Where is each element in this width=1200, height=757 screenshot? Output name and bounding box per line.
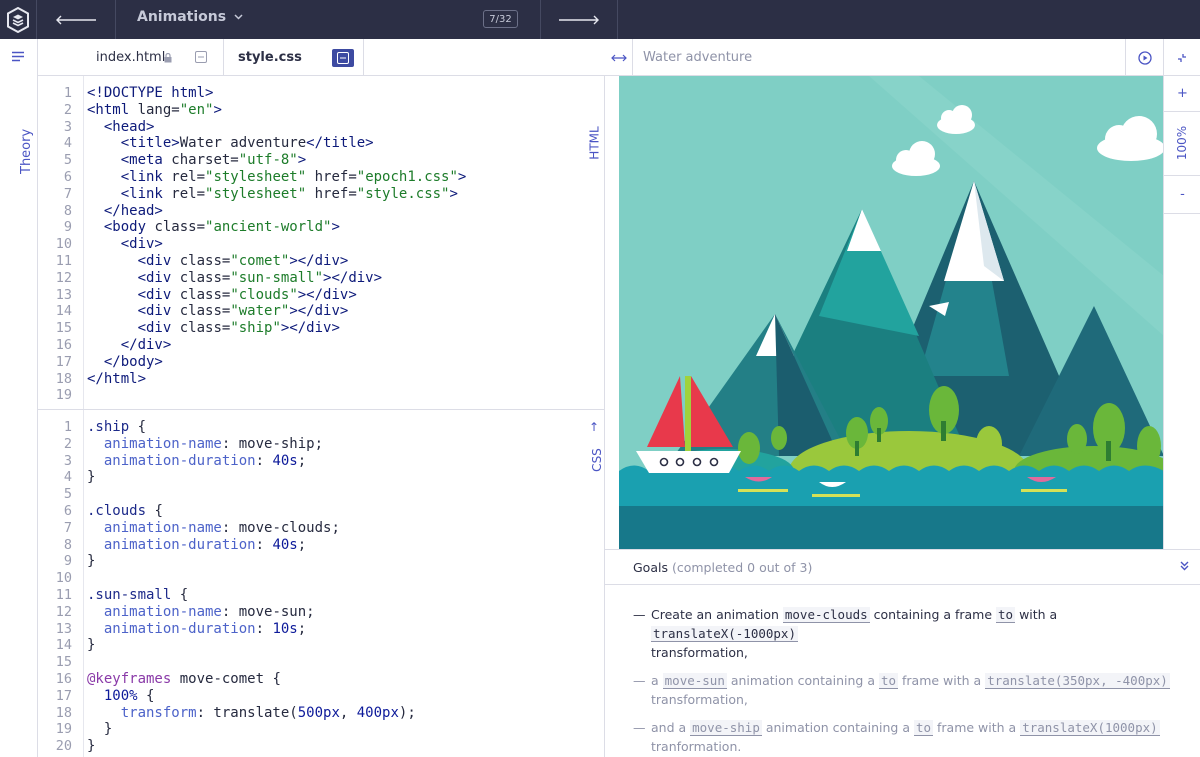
- code-line: 6 <link rel="stylesheet" href="epoch1.cs…: [63, 168, 467, 185]
- code-line: 18 transform: translate(500px, 400px);: [55, 704, 416, 721]
- zoom-out-button[interactable]: -: [1164, 176, 1200, 214]
- code-line: 9 <body class="ancient-world">: [63, 219, 340, 236]
- code-line: 15: [55, 654, 72, 671]
- zoom-controls: + 100% -: [1163, 76, 1200, 549]
- arrow-right-icon: [559, 15, 599, 24]
- code-line: 17 </body>: [55, 353, 163, 370]
- lock-icon: [164, 53, 172, 63]
- code-line: 7 <link rel="stylesheet" href="style.css…: [63, 185, 458, 202]
- dash-icon: —: [633, 607, 646, 622]
- goal-item: — a move-sun animation containing a to f…: [633, 673, 1170, 707]
- code-line: 3 animation-duration: 40s;: [63, 452, 307, 469]
- tab-label: style.css: [238, 50, 302, 65]
- code-line: 9}: [63, 553, 96, 570]
- code-line: 11 <div class="comet"></div>: [55, 252, 349, 269]
- code-line: 13 animation-duration: 10s;: [55, 620, 307, 637]
- code-line: 5: [63, 486, 72, 503]
- dash-icon: —: [633, 720, 646, 735]
- code-line: 19: [55, 387, 72, 404]
- menu-icon[interactable]: [11, 51, 25, 62]
- css-code-pane[interactable]: 1 .ship { 2 animation-name: move-ship; 3 …: [38, 410, 605, 757]
- code-line: 14 <div class="water"></div>: [55, 303, 349, 320]
- code-line: 1 .ship {: [63, 419, 147, 435]
- code-line: 17 100% {: [55, 687, 155, 704]
- goals-list: — Create an animation move-clouds contai…: [633, 605, 1173, 757]
- html-code: 1 <!DOCTYPE html> 2 <html lang="en"> 3 <he…: [38, 85, 578, 404]
- code-line: 1 <!DOCTYPE html>: [63, 85, 214, 101]
- resize-horizontal-icon: [610, 54, 627, 61]
- play-animation-button[interactable]: [1125, 39, 1163, 76]
- split-view-active-button[interactable]: [332, 49, 354, 67]
- shrink-icon: [1178, 53, 1186, 62]
- module-title: Animations: [137, 9, 227, 25]
- goal-item: — Create an animation move-clouds contai…: [633, 607, 1058, 660]
- water-adventure-illustration: [619, 76, 1164, 549]
- code-line: 8 </head>: [63, 202, 163, 219]
- code-line: 10: [55, 570, 72, 587]
- tab-label: index.html: [96, 50, 166, 65]
- next-level-button[interactable]: [540, 0, 618, 39]
- theory-sidebar: Theory: [0, 39, 38, 757]
- css-code: 1 .ship { 2 animation-name: move-ship; 3 …: [38, 419, 578, 755]
- code-line: 4}: [63, 469, 96, 486]
- code-line: 14}: [55, 637, 96, 654]
- code-line: 2 <html lang="en">: [63, 101, 222, 118]
- theory-toggle[interactable]: Theory: [19, 129, 34, 174]
- chevron-down-icon: [234, 14, 243, 20]
- arrow-left-icon: [56, 15, 96, 24]
- collapse-preview-button[interactable]: [1163, 39, 1200, 76]
- goals-header[interactable]: Goals (completed 0 out of 3): [605, 549, 1200, 585]
- code-line: 18 </html>: [55, 370, 147, 387]
- level-counter: 7/32: [483, 10, 518, 28]
- logo-icon: [7, 6, 29, 33]
- previous-level-button[interactable]: [37, 0, 116, 39]
- html-code-pane[interactable]: 1 <!DOCTYPE html> 2 <html lang="en"> 3 <he…: [38, 76, 605, 410]
- code-line: 7 animation-name: move-clouds;: [63, 519, 340, 536]
- editor-tabs: index.html style.css: [38, 39, 605, 76]
- code-line: 13 <div class="clouds"></div>: [55, 286, 357, 303]
- css-pane-label[interactable]: CSS: [590, 448, 604, 472]
- preview-scene: [619, 76, 1164, 549]
- code-line: 16 @keyframes move-comet {: [55, 670, 281, 687]
- dash-icon: —: [633, 673, 646, 688]
- play-icon: [1137, 50, 1152, 65]
- split-view-icon: [337, 52, 349, 64]
- code-line: 3 <head>: [63, 118, 155, 135]
- goals-status: (completed 0 out of 3): [671, 560, 813, 575]
- code-line: 10 <div>: [55, 236, 163, 253]
- chevron-double-down-icon[interactable]: [1180, 560, 1189, 574]
- code-line: 5 <meta charset="utf-8">: [63, 152, 307, 169]
- code-line: 6 .clouds {: [63, 502, 163, 519]
- code-line: 20}: [55, 738, 96, 755]
- code-line: 11 .sun-small {: [55, 586, 189, 603]
- code-line: 12 <div class="sun-small"></div>: [55, 269, 383, 286]
- split-view-icon[interactable]: [195, 51, 207, 63]
- arrow-up-icon[interactable]: ↑: [589, 420, 599, 434]
- zoom-in-button[interactable]: +: [1164, 76, 1200, 112]
- top-bar: Animations 7/32: [0, 0, 1200, 39]
- html-pane-label[interactable]: HTML: [587, 126, 601, 159]
- code-line: 15 <div class="ship"></div>: [55, 320, 340, 337]
- code-line: 19 }: [55, 721, 113, 738]
- code-line: 16 </div>: [55, 336, 172, 353]
- preview-title: Water adventure: [643, 50, 753, 65]
- goals-title: Goals (completed 0 out of 3): [633, 560, 812, 575]
- app-logo[interactable]: [0, 0, 37, 39]
- goals-title-text: Goals: [633, 560, 668, 575]
- resize-handle[interactable]: [605, 39, 633, 76]
- code-line: 8 animation-duration: 40s;: [63, 536, 307, 553]
- zoom-level-label: 100%: [1175, 125, 1189, 161]
- goal-item: — and a move-ship animation containing a…: [633, 720, 1160, 754]
- code-line: 2 animation-name: move-ship;: [63, 435, 324, 452]
- code-line: 4 <title>Water adventure</title>: [63, 135, 374, 152]
- code-line: 12 animation-name: move-sun;: [55, 603, 315, 620]
- module-selector[interactable]: Animations: [137, 9, 243, 25]
- zoom-level: 100%: [1164, 112, 1200, 176]
- preview-header: Water adventure: [605, 39, 1200, 76]
- editor-panel: index.html style.css 1 <!DOCTYPE html> 2 <…: [38, 39, 605, 757]
